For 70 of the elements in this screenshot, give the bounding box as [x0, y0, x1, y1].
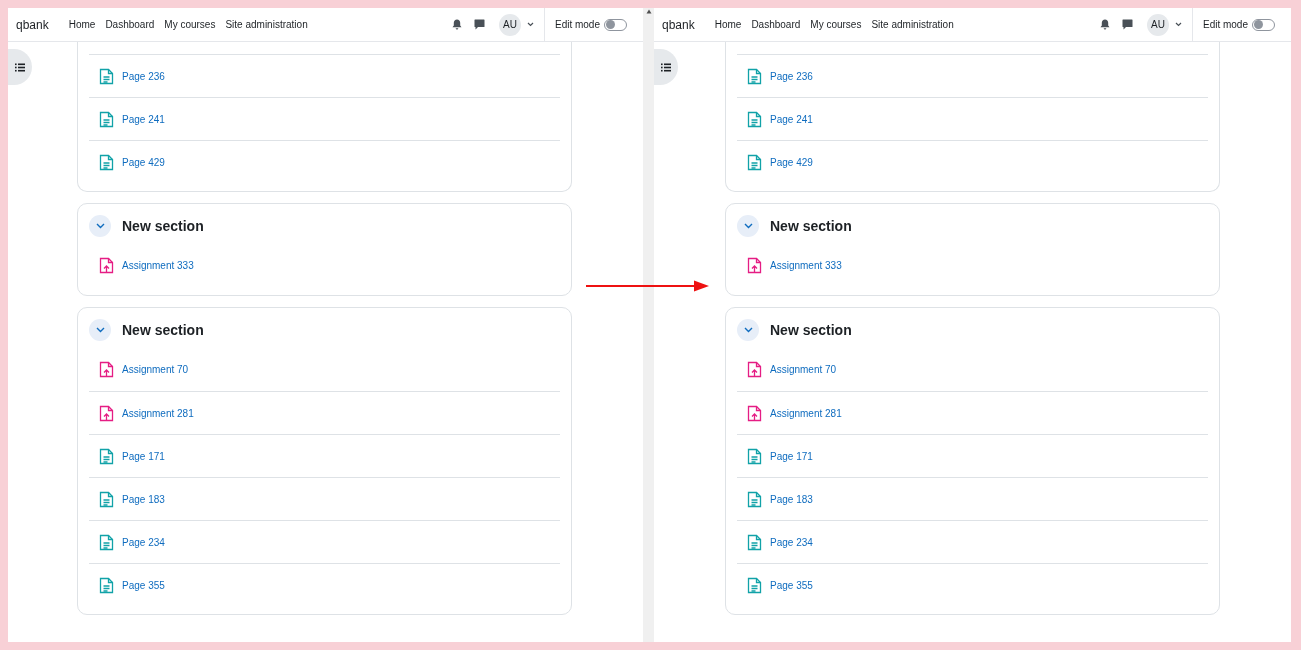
scroll-up-arrow-icon[interactable]	[645, 9, 652, 14]
activity-link[interactable]: Page 241	[122, 111, 165, 127]
nav-link[interactable]: Site administration	[871, 17, 954, 32]
user-avatar[interactable]: AU	[1146, 13, 1169, 36]
nav-link[interactable]: My courses	[810, 17, 862, 32]
activity-link[interactable]: Page 183	[122, 491, 165, 507]
activity-link[interactable]: Page 236	[122, 68, 165, 84]
file-upload-icon	[99, 404, 114, 422]
activity-link[interactable]: Page 429	[122, 154, 165, 170]
edit-mode-toggle[interactable]	[604, 18, 627, 31]
nav-link[interactable]: Dashboard	[751, 17, 801, 32]
nav-link[interactable]: Home	[68, 17, 96, 32]
scrollbar[interactable]	[643, 8, 654, 642]
section-title: New section	[122, 216, 204, 236]
page-icon	[747, 533, 762, 551]
nav-link[interactable]: Dashboard	[105, 17, 155, 32]
nav-link[interactable]: Site administration	[225, 17, 308, 32]
edit-mode-toggle[interactable]	[1252, 18, 1275, 31]
notification-bell-icon[interactable]	[1099, 19, 1110, 30]
activity-link[interactable]: Page 429	[770, 154, 813, 170]
section-title: New section	[770, 320, 852, 340]
list-icon[interactable]	[654, 49, 678, 85]
activity-link[interactable]: Page 236	[770, 68, 813, 84]
activity-link[interactable]: Page 183	[770, 491, 813, 507]
activity-link[interactable]: Assignment 70	[770, 362, 837, 377]
page-icon	[99, 153, 114, 171]
list-icon[interactable]	[8, 49, 32, 85]
caret-icon[interactable]	[1174, 22, 1182, 27]
page-icon	[99, 490, 114, 508]
edit-mode-label: Edit mode	[1202, 18, 1248, 32]
activity-link[interactable]: Assignment 281	[770, 405, 842, 421]
page-icon	[99, 533, 114, 551]
file-upload-icon	[747, 404, 762, 422]
page-icon	[747, 153, 762, 171]
activity-link[interactable]: Page 355	[770, 577, 813, 593]
activity-link[interactable]: Assignment 281	[122, 405, 194, 421]
message-bubble-icon[interactable]	[473, 19, 485, 30]
page-icon	[747, 67, 762, 85]
page-icon	[747, 110, 762, 128]
site-name[interactable]: qbank	[662, 15, 695, 34]
page-icon	[99, 67, 114, 85]
section-title: New section	[770, 216, 852, 236]
activity-link[interactable]: Page 171	[122, 448, 165, 464]
file-upload-icon	[747, 361, 762, 378]
activity-link[interactable]: Page 234	[770, 534, 813, 550]
page-icon	[747, 490, 762, 508]
file-upload-icon	[99, 361, 114, 378]
site-name[interactable]: qbank	[16, 15, 49, 34]
caret-icon[interactable]	[526, 22, 534, 27]
user-avatar[interactable]: AU	[498, 13, 521, 36]
page-icon	[99, 110, 114, 128]
edit-mode-label: Edit mode	[554, 18, 600, 32]
activity-link[interactable]: Assignment 70	[122, 362, 189, 377]
activity-link[interactable]: Page 171	[770, 448, 813, 464]
activity-link[interactable]: Assignment 333	[122, 258, 194, 273]
notification-bell-icon[interactable]	[451, 19, 462, 30]
message-bubble-icon[interactable]	[1121, 19, 1133, 30]
nav-link[interactable]: Home	[714, 17, 742, 32]
page-icon	[99, 447, 114, 465]
activity-link[interactable]: Page 234	[122, 534, 165, 550]
page-icon	[747, 447, 762, 465]
activity-link[interactable]: Assignment 333	[770, 258, 842, 273]
activity-link[interactable]: Page 355	[122, 577, 165, 593]
activity-link[interactable]: Page 241	[770, 111, 813, 127]
file-upload-icon	[99, 257, 114, 274]
page-icon	[99, 576, 114, 594]
nav-link[interactable]: My courses	[164, 17, 216, 32]
file-upload-icon	[747, 257, 762, 274]
section-title: New section	[122, 320, 204, 340]
page-icon	[747, 576, 762, 594]
